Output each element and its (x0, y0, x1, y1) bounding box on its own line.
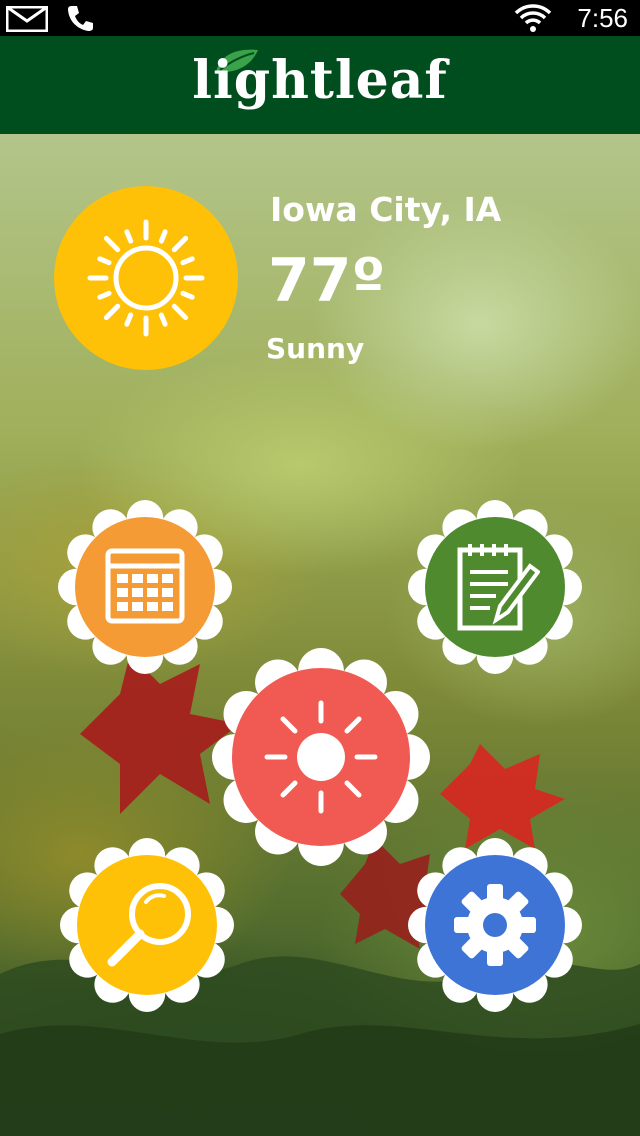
settings-button[interactable] (408, 838, 582, 1012)
sun-icon (87, 219, 205, 337)
app-header: lightleaf (0, 36, 640, 134)
weather-condition: Sunny (266, 332, 365, 365)
calendar-icon (105, 548, 185, 624)
sun-ray (180, 290, 195, 300)
sun-ray (103, 235, 121, 253)
weather-sun-badge (54, 186, 238, 370)
sun-ray (171, 235, 189, 253)
sun-ray (158, 229, 168, 244)
sun-ray (124, 229, 134, 244)
sun-icon (264, 700, 378, 814)
status-bar: 7:56 (0, 0, 640, 36)
sun-ray (103, 303, 121, 321)
notes-button[interactable] (408, 500, 582, 674)
sun-ray (158, 312, 168, 327)
search-button[interactable] (60, 838, 234, 1012)
phone-icon (68, 6, 93, 31)
notepad-pencil-icon (457, 544, 540, 631)
weather-city: Iowa City, IA (270, 190, 502, 229)
calendar-button[interactable] (58, 500, 232, 674)
weather-temperature: 77º (268, 246, 386, 316)
status-time: 7:56 (577, 3, 628, 33)
gear-icon (454, 884, 536, 966)
sun-ray (97, 290, 112, 300)
app-logo: lightleaf (192, 50, 448, 111)
mail-icon (6, 6, 48, 32)
sun-ray (180, 256, 195, 266)
magnifier-icon (107, 883, 191, 967)
sun-ray (124, 312, 134, 327)
sun-ray (171, 303, 189, 321)
sun-ray (97, 256, 112, 266)
wifi-icon (514, 4, 552, 32)
weather-button[interactable] (212, 648, 430, 866)
